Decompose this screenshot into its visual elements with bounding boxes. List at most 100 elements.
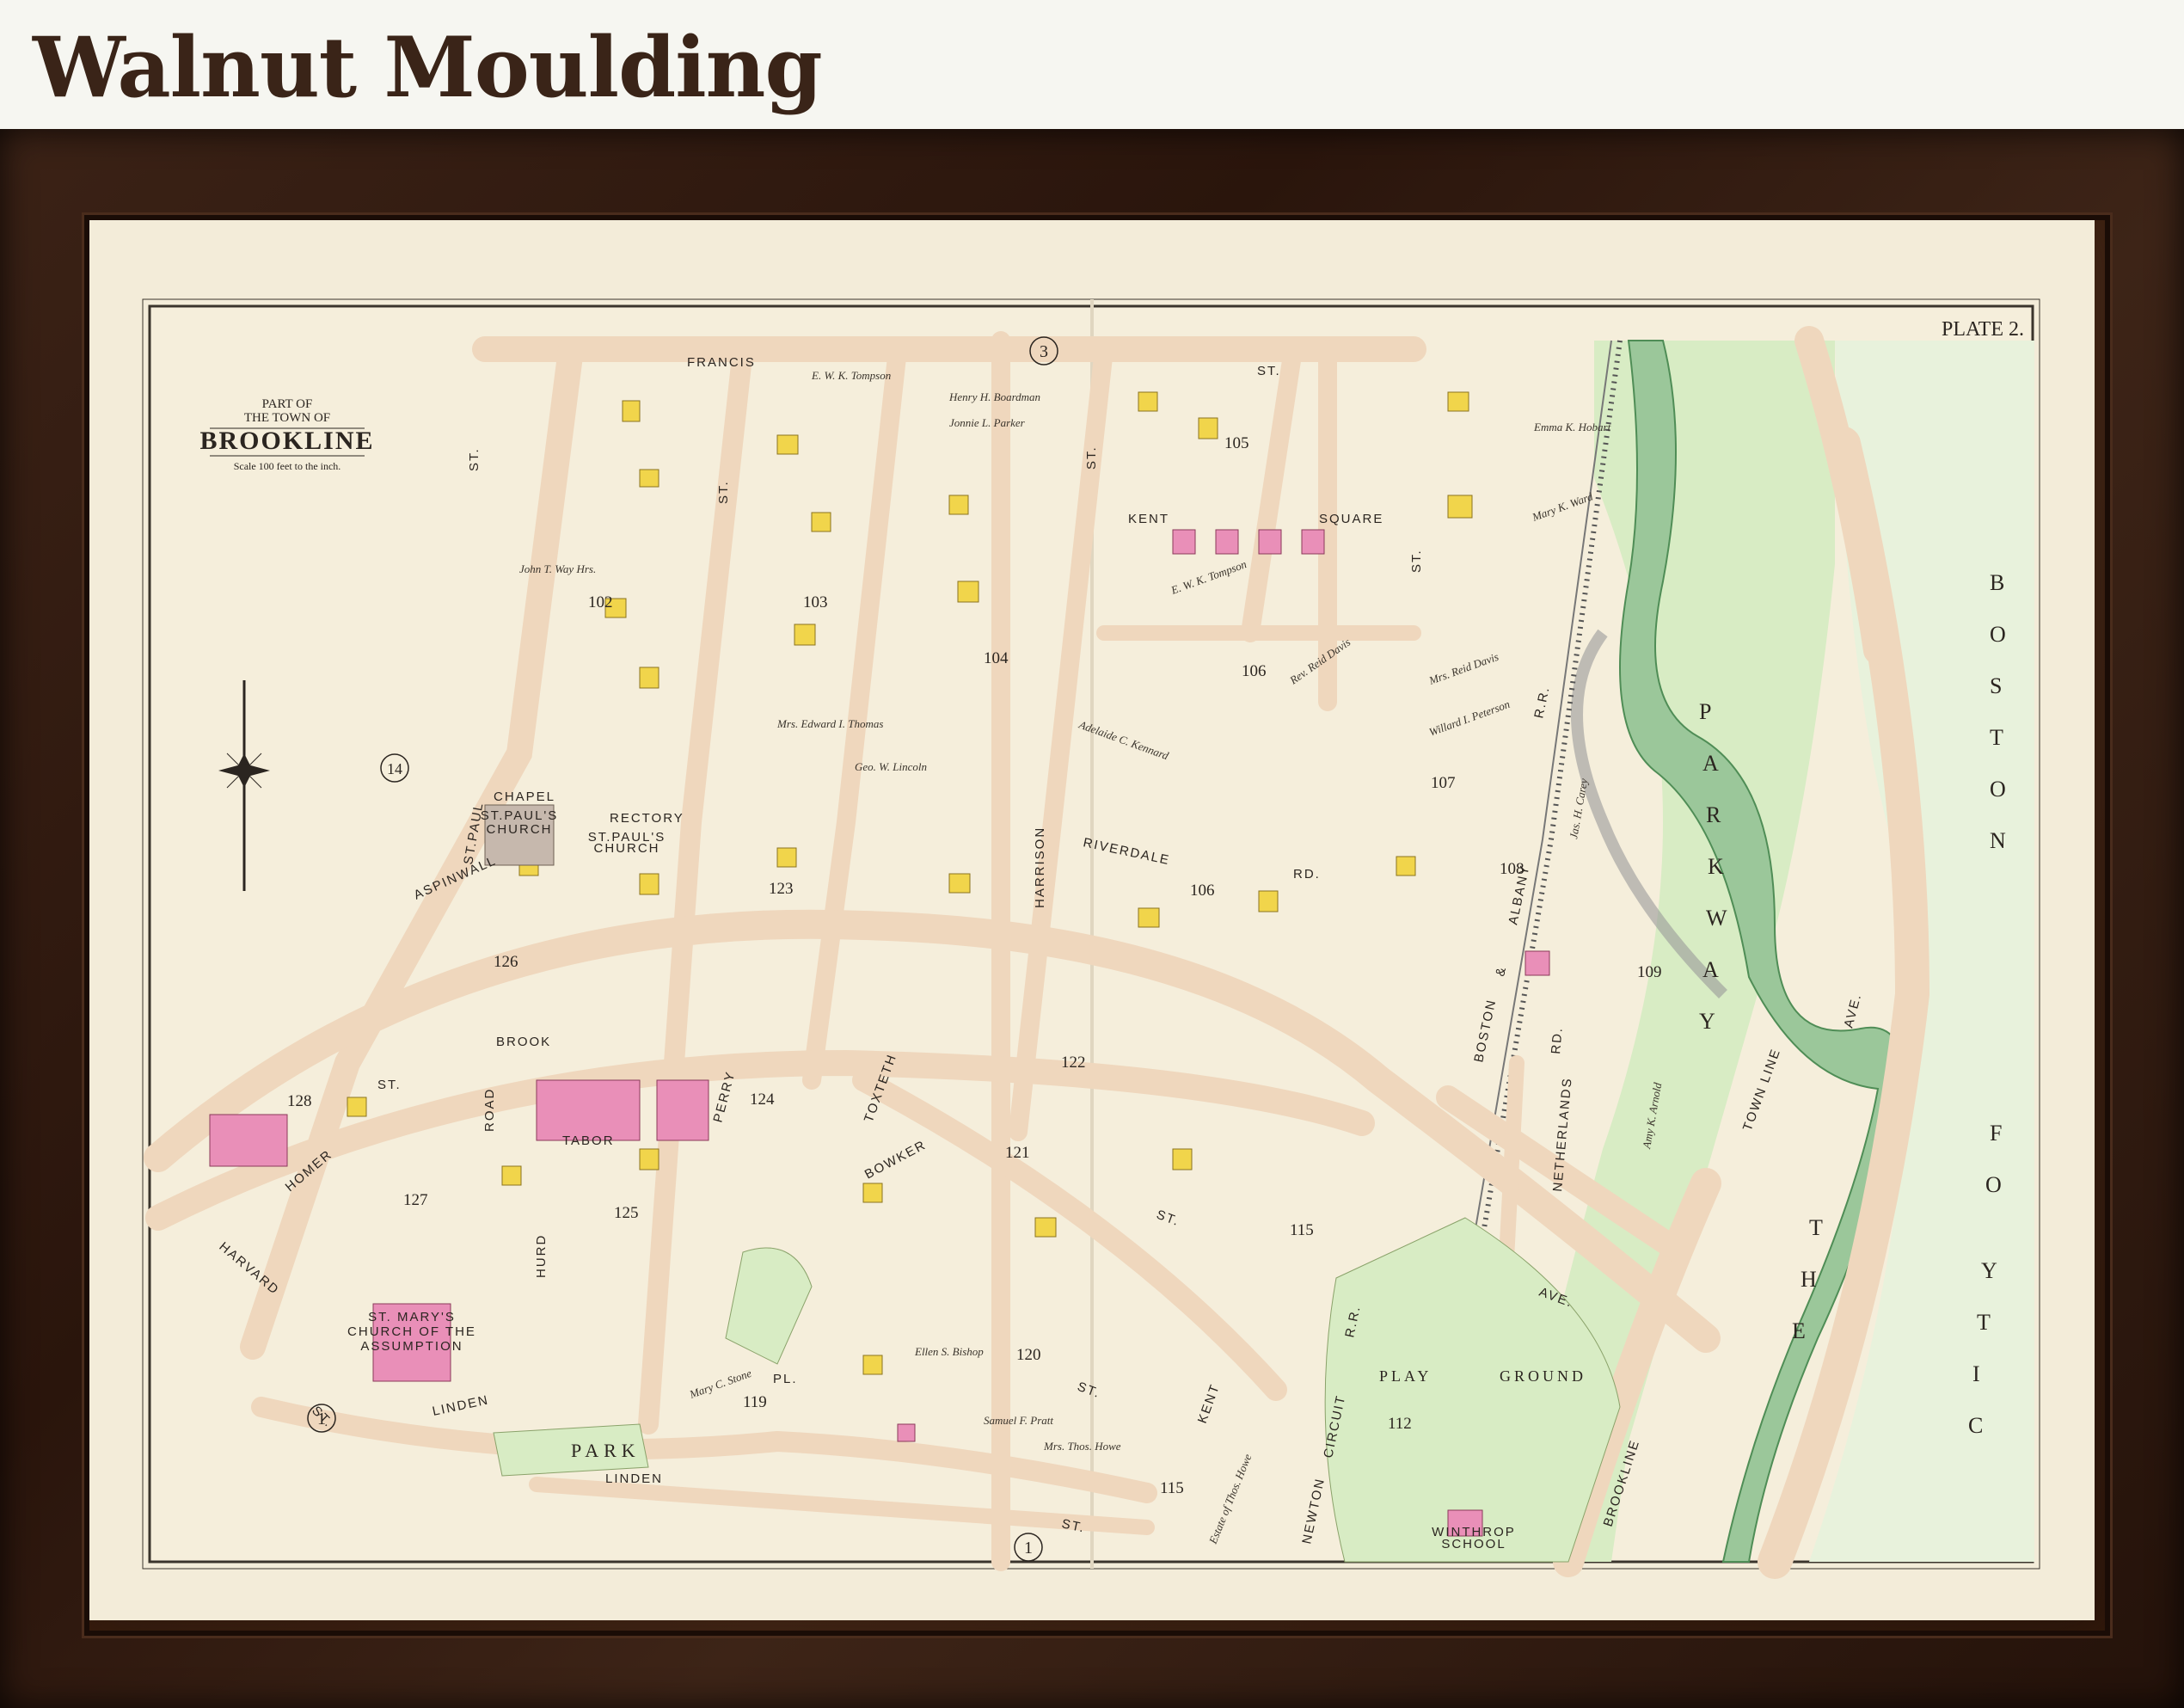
- svg-text:112: 112: [1388, 1415, 1412, 1433]
- building: [1301, 529, 1325, 555]
- building: [1447, 495, 1473, 519]
- building: [209, 1114, 288, 1167]
- svg-text:102: 102: [588, 593, 613, 611]
- svg-text:115: 115: [1290, 1221, 1314, 1239]
- svg-text:T: T: [1977, 1310, 1991, 1335]
- st-marys-2: CHURCH OF THE: [347, 1324, 476, 1339]
- street-label: ST.: [1257, 364, 1281, 378]
- winthrop-2: SCHOOL: [1441, 1537, 1506, 1551]
- svg-text:Mrs. Edward I. Thomas: Mrs. Edward I. Thomas: [776, 717, 883, 730]
- svg-text:108: 108: [1500, 860, 1525, 878]
- svg-text:S: S: [1990, 673, 2002, 698]
- svg-text:121: 121: [1005, 1144, 1030, 1162]
- building: [347, 1097, 367, 1117]
- building: [656, 1079, 709, 1141]
- svg-text:P: P: [1699, 699, 1711, 724]
- street-label: SQUARE: [1319, 512, 1383, 526]
- svg-text:A: A: [1702, 957, 1719, 982]
- brookline-map: PLATE 2. PART OF THE TOWN OF BROOKLINE S…: [89, 220, 2095, 1620]
- svg-text:14: 14: [387, 760, 402, 777]
- svg-text:3: 3: [1040, 342, 1048, 361]
- st-marys-1: ST. MARY'S: [368, 1310, 456, 1324]
- st-pauls-small-2: CHURCH: [594, 841, 660, 856]
- svg-text:105: 105: [1224, 434, 1249, 452]
- street-label: PL.: [773, 1372, 798, 1386]
- street-label: FRANCIS: [687, 355, 756, 370]
- building: [639, 667, 659, 689]
- svg-text:K: K: [1708, 854, 1724, 879]
- svg-text:Henry H. Boardman: Henry H. Boardman: [948, 390, 1040, 403]
- street-label: BROOK: [496, 1035, 551, 1049]
- building: [1172, 529, 1196, 555]
- svg-text:Mrs. Thos. Howe: Mrs. Thos. Howe: [1043, 1440, 1121, 1453]
- building: [501, 1165, 522, 1186]
- svg-text:122: 122: [1061, 1054, 1086, 1072]
- building: [948, 495, 969, 515]
- building: [1525, 950, 1550, 976]
- street-label: LINDEN: [605, 1471, 663, 1486]
- building: [1258, 529, 1282, 555]
- svg-text:107: 107: [1431, 774, 1456, 792]
- svg-text:B: B: [1990, 570, 2004, 595]
- svg-text:O: O: [1990, 622, 2006, 647]
- svg-text:123: 123: [769, 880, 794, 898]
- building: [1447, 391, 1469, 412]
- building: [897, 1423, 916, 1442]
- svg-text:Jonnie L. Parker: Jonnie L. Parker: [949, 416, 1026, 429]
- building: [1198, 417, 1218, 439]
- svg-text:103: 103: [803, 593, 828, 611]
- svg-text:N: N: [1990, 828, 2006, 853]
- building: [1215, 529, 1239, 555]
- building: [639, 469, 659, 488]
- svg-text:106: 106: [1242, 662, 1267, 680]
- svg-text:Samuel F. Pratt: Samuel F. Pratt: [984, 1414, 1053, 1427]
- svg-text:O: O: [1985, 1172, 2002, 1197]
- svg-text:125: 125: [614, 1204, 639, 1222]
- walnut-frame: PLATE 2. PART OF THE TOWN OF BROOKLINE S…: [0, 129, 2184, 1708]
- building: [794, 624, 816, 646]
- svg-text:119: 119: [743, 1393, 767, 1411]
- svg-text:109: 109: [1637, 963, 1662, 981]
- svg-text:128: 128: [287, 1092, 312, 1110]
- building: [1138, 907, 1160, 928]
- svg-text:T: T: [1990, 725, 2003, 750]
- svg-text:F: F: [1990, 1121, 2002, 1146]
- svg-text:Emma K. Hobart: Emma K. Hobart: [1533, 421, 1611, 433]
- street-label: ST.: [1409, 549, 1424, 573]
- play-label: PLAY: [1379, 1367, 1432, 1385]
- svg-text:1: 1: [1024, 1539, 1033, 1557]
- svg-text:T: T: [1809, 1215, 1823, 1240]
- svg-text:126: 126: [494, 953, 518, 971]
- street-label: ROAD: [482, 1088, 497, 1132]
- svg-text:104: 104: [984, 649, 1009, 667]
- building: [622, 400, 641, 422]
- building: [811, 512, 831, 532]
- svg-text:W: W: [1706, 906, 1727, 931]
- cartouche-scale: Scale 100 feet to the inch.: [234, 460, 341, 472]
- building: [1258, 890, 1279, 912]
- building: [776, 847, 797, 868]
- svg-text:A: A: [1702, 751, 1719, 776]
- page-title: Walnut Moulding: [33, 19, 823, 116]
- svg-text:H: H: [1801, 1267, 1817, 1292]
- building: [862, 1355, 883, 1375]
- svg-text:127: 127: [403, 1191, 428, 1209]
- street-label: RD.: [1293, 867, 1321, 882]
- building: [776, 434, 799, 455]
- svg-text:115: 115: [1160, 1479, 1184, 1497]
- building: [1172, 1148, 1193, 1170]
- svg-text:R: R: [1706, 802, 1721, 827]
- svg-text:Ellen S. Bishop: Ellen S. Bishop: [914, 1345, 984, 1358]
- svg-text:120: 120: [1016, 1346, 1041, 1364]
- st-pauls-label-1: ST.PAUL'S: [481, 808, 559, 823]
- svg-text:I: I: [1972, 1361, 1980, 1386]
- building: [639, 1148, 659, 1170]
- building: [639, 873, 659, 895]
- street-label: ST.: [377, 1078, 402, 1092]
- svg-text:O: O: [1990, 777, 2006, 802]
- st-marys-3: ASSUMPTION: [360, 1339, 463, 1354]
- park-label: PARK: [571, 1440, 641, 1461]
- ground-label: GROUND: [1500, 1367, 1586, 1385]
- svg-text:Y: Y: [1981, 1258, 1997, 1283]
- st-pauls-label-2: CHURCH: [487, 822, 553, 837]
